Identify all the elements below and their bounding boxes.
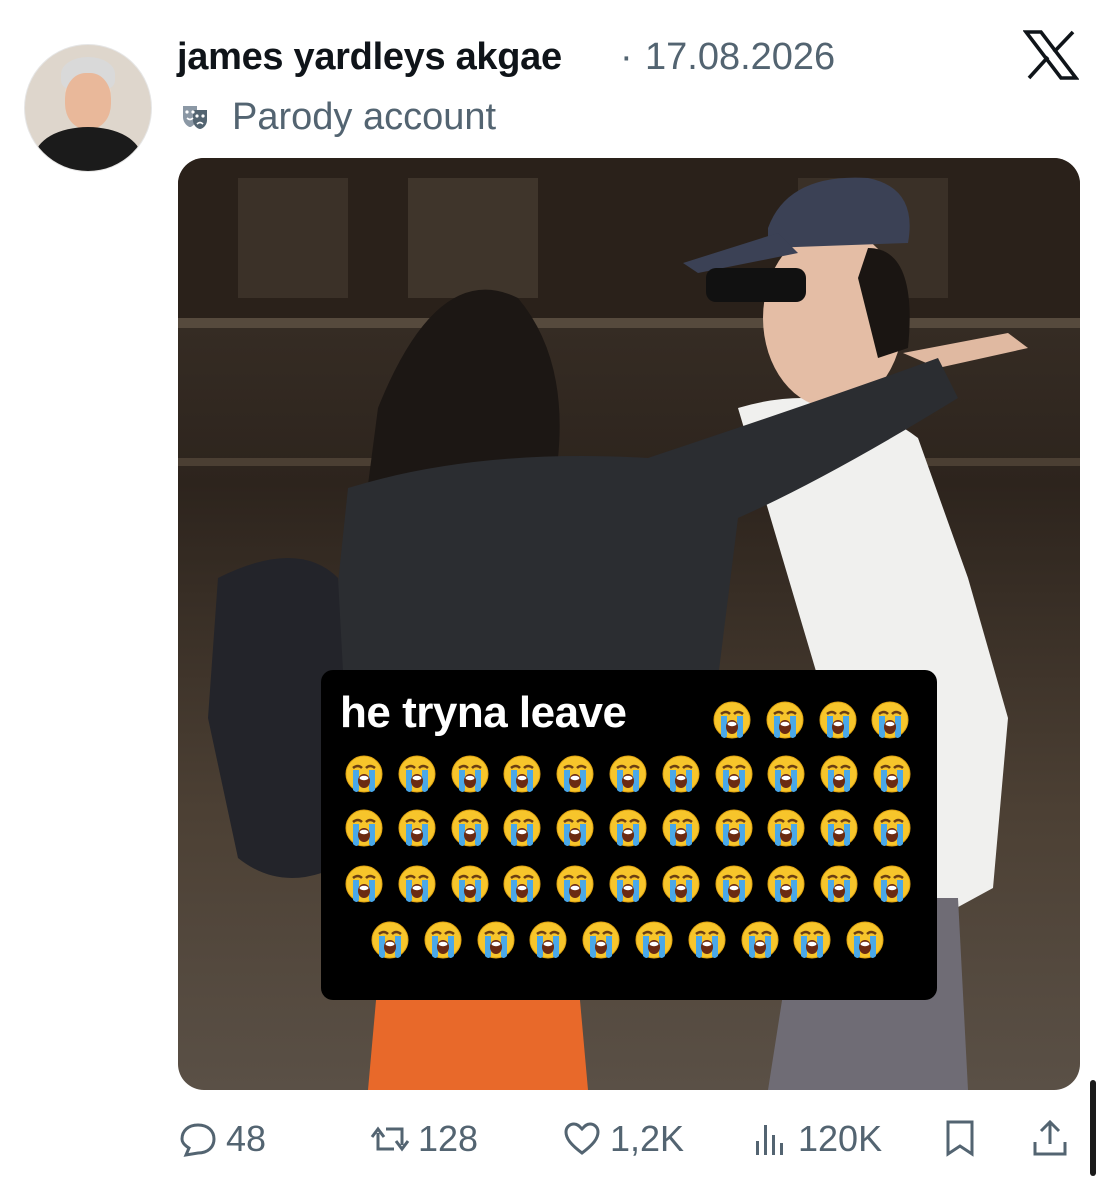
tweet-action-bar: 48 128 1,2K 120K — [0, 1112, 1105, 1168]
loudly-crying-face-icon — [662, 755, 700, 793]
loudly-crying-face-icon — [793, 921, 831, 959]
like-button[interactable]: 1,2K — [562, 1118, 684, 1160]
reply-icon — [180, 1123, 216, 1157]
loudly-crying-face-icon — [767, 755, 805, 793]
loudly-crying-face-icon — [846, 921, 884, 959]
loudly-crying-face-icon — [345, 755, 383, 793]
avatar-face — [65, 73, 111, 129]
loudly-crying-face-icon — [529, 921, 567, 959]
views-button[interactable]: 120K — [750, 1118, 882, 1160]
loudly-crying-face-icon — [503, 865, 541, 903]
views-icon — [756, 1125, 783, 1155]
repost-count: 128 — [418, 1118, 479, 1159]
loudly-crying-face-icon — [345, 865, 383, 903]
loudly-crying-face-icon — [451, 865, 489, 903]
x-logo-icon — [1023, 30, 1079, 80]
loudly-crying-face-icon — [345, 809, 383, 847]
loudly-crying-face-icon — [767, 809, 805, 847]
loudly-crying-face-icon — [556, 865, 594, 903]
parody-account-label: Parody account — [232, 96, 497, 138]
loudly-crying-face-icon — [609, 865, 647, 903]
loudly-crying-face-icon — [609, 755, 647, 793]
scrollbar[interactable] — [1090, 1080, 1096, 1176]
repost-button[interactable]: 128 — [370, 1118, 478, 1160]
repost-icon — [370, 1126, 410, 1152]
loudly-crying-face-icon — [767, 865, 805, 903]
loudly-crying-face-icon — [582, 921, 620, 959]
loudly-crying-face-icon — [398, 865, 436, 903]
reply-button[interactable]: 48 — [178, 1118, 266, 1160]
loudly-crying-face-icon — [713, 701, 751, 739]
author-name[interactable]: james yardleys akgae — [177, 36, 562, 79]
loudly-crying-face-icon — [451, 755, 489, 793]
loudly-crying-face-icon — [609, 809, 647, 847]
loudly-crying-face-icon — [662, 865, 700, 903]
bookmark-icon — [946, 1120, 974, 1157]
loudly-crying-face-icon — [820, 865, 858, 903]
loudly-crying-face-icon — [871, 701, 909, 739]
loudly-crying-face-icon — [398, 809, 436, 847]
caption-text: he tryna leave — [340, 688, 627, 737]
share-button[interactable] — [1030, 1118, 1078, 1158]
header-separator: · — [620, 36, 633, 78]
author-avatar[interactable] — [24, 44, 152, 172]
like-count: 1,2K — [610, 1118, 685, 1159]
loudly-crying-face-icon — [873, 809, 911, 847]
loudly-crying-face-icon — [820, 755, 858, 793]
share-icon — [1033, 1119, 1067, 1156]
loudly-crying-face-icon — [715, 809, 753, 847]
loudly-crying-face-icon — [451, 809, 489, 847]
loudly-crying-face-icon — [556, 809, 594, 847]
reply-count: 48 — [226, 1118, 267, 1159]
loudly-crying-face-icon — [398, 755, 436, 793]
views-count: 120K — [798, 1118, 883, 1159]
loudly-crying-face-icon — [820, 809, 858, 847]
heart-icon — [564, 1122, 600, 1155]
loudly-crying-face-icon — [819, 701, 857, 739]
loudly-crying-face-icon — [715, 865, 753, 903]
loudly-crying-face-icon — [503, 755, 541, 793]
theater-mask-icon — [183, 106, 207, 129]
loudly-crying-face-icon — [715, 755, 753, 793]
loudly-crying-face-icon — [371, 921, 409, 959]
loudly-crying-face-icon — [503, 809, 541, 847]
loudly-crying-face-icon — [662, 809, 700, 847]
loudly-crying-face-icon — [424, 921, 462, 959]
loudly-crying-face-icon — [873, 865, 911, 903]
loudly-crying-face-icon — [556, 755, 594, 793]
loudly-crying-face-icon — [741, 921, 779, 959]
loudly-crying-face-icon — [635, 921, 673, 959]
loudly-crying-face-icon — [766, 701, 804, 739]
loudly-crying-face-icon — [477, 921, 515, 959]
loudly-crying-face-icon — [873, 755, 911, 793]
bookmark-button[interactable] — [940, 1118, 988, 1158]
post-date[interactable]: 17.08.2026 — [645, 36, 835, 79]
avatar-shirt — [35, 127, 141, 171]
loudly-crying-face-icon — [688, 921, 726, 959]
